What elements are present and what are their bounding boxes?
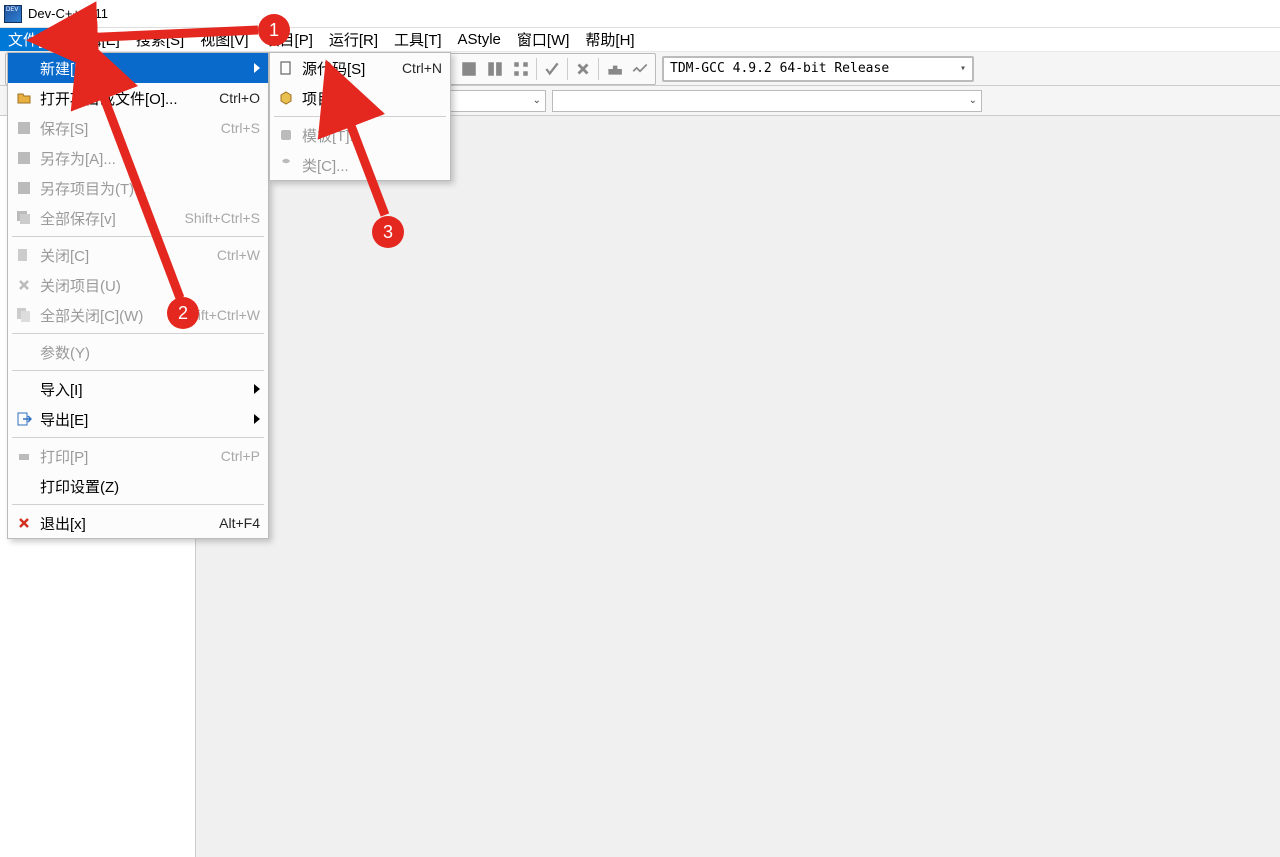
menu-new[interactable]: 新建[N] (8, 53, 268, 83)
menu-search[interactable]: 搜索[S] (128, 28, 192, 51)
function-combo[interactable]: ⌄ (552, 90, 982, 112)
export-icon (14, 409, 34, 429)
annotation-marker-2: 2 (167, 297, 199, 329)
tb-rebuild-icon[interactable] (508, 56, 534, 82)
menu-closeproj: 关闭项目(U) (8, 270, 268, 300)
submenu-project-label: 项目[P]... (302, 88, 442, 109)
menu-print-shortcut: Ctrl+P (221, 448, 260, 464)
menu-saveall-label: 全部保存[v] (40, 208, 185, 229)
submenu-template: 模板[T]... (270, 120, 450, 150)
saveprojas-icon (14, 178, 34, 198)
submenu-project[interactable]: 项目[P]... (270, 83, 450, 113)
menu-closeproj-label: 关闭项目(U) (40, 275, 260, 296)
submenu-source-label: 源代码[S] (302, 58, 402, 79)
menu-import-label: 导入[I] (40, 379, 248, 400)
menu-close-shortcut: Ctrl+W (217, 247, 260, 263)
menu-tools[interactable]: 工具[T] (386, 28, 450, 51)
window-title: Dev-C++ 5.11 (28, 6, 108, 21)
project-icon (276, 88, 296, 108)
menu-print: 打印[P] Ctrl+P (8, 441, 268, 471)
source-icon (276, 58, 296, 78)
open-icon (14, 88, 34, 108)
chevron-down-icon: ▾ (960, 63, 966, 74)
menu-params-label: 参数(Y) (40, 342, 260, 363)
tb-stop-icon[interactable] (570, 56, 596, 82)
menu-import[interactable]: 导入[I] (8, 374, 268, 404)
tb-debug-icon[interactable] (601, 56, 627, 82)
tb-profile-icon[interactable] (627, 56, 653, 82)
annotation-marker-1: 1 (258, 14, 290, 46)
menu-print-label: 打印[P] (40, 446, 221, 467)
submenu-arrow-icon (254, 414, 260, 424)
submenu-class: 类[C]... (270, 150, 450, 180)
menu-exit[interactable]: 退出[x] Alt+F4 (8, 508, 268, 538)
tb-check-icon[interactable] (539, 56, 565, 82)
menu-astyle[interactable]: AStyle (450, 28, 509, 51)
menu-close-label: 关闭[C] (40, 245, 217, 266)
compiler-label: TDM-GCC 4.9.2 64-bit Release (670, 61, 889, 76)
menu-window[interactable]: 窗口[W] (509, 28, 578, 51)
close-icon (14, 245, 34, 265)
menubar: 文件[F] 编辑[E] 搜索[S] 视图[V] 项目[P] 运行[R] 工具[T… (0, 28, 1280, 52)
menu-file[interactable]: 文件[F] (0, 28, 64, 51)
menu-view[interactable]: 视图[V] (192, 28, 256, 51)
saveas-icon (14, 148, 34, 168)
closeall-icon (14, 305, 34, 325)
menu-saveas: 另存为[A]... (8, 143, 268, 173)
submenu-template-label: 模板[T]... (302, 125, 442, 146)
menu-closeall-label: 全部关闭[C](W) (40, 305, 181, 326)
closeproj-icon (14, 275, 34, 295)
menu-close: 关闭[C] Ctrl+W (8, 240, 268, 270)
file-menu-dropdown: 新建[N] 打开项目或文件[O]... Ctrl+O 保存[S] Ctrl+S … (7, 52, 269, 539)
menu-open[interactable]: 打开项目或文件[O]... Ctrl+O (8, 83, 268, 113)
menu-open-label: 打开项目或文件[O]... (40, 88, 219, 109)
menu-help[interactable]: 帮助[H] (577, 28, 642, 51)
submenu-arrow-icon (254, 384, 260, 394)
menu-exit-shortcut: Alt+F4 (219, 515, 260, 531)
menu-save-label: 保存[S] (40, 118, 221, 139)
compiler-selector[interactable]: TDM-GCC 4.9.2 64-bit Release ▾ (663, 57, 973, 81)
menu-printset[interactable]: 打印设置(Z) (8, 471, 268, 501)
menu-saveas-label: 另存为[A]... (40, 148, 260, 169)
tb-compilerun-icon[interactable] (482, 56, 508, 82)
tb-run-icon[interactable] (456, 56, 482, 82)
annotation-marker-3: 3 (372, 216, 404, 248)
submenu-source[interactable]: 源代码[S] Ctrl+N (270, 53, 450, 83)
print-icon (14, 446, 34, 466)
exit-icon (14, 513, 34, 533)
menu-run[interactable]: 运行[R] (321, 28, 386, 51)
menu-exit-label: 退出[x] (40, 513, 219, 534)
menu-closeall: 全部关闭[C](W) Shift+Ctrl+W (8, 300, 268, 330)
menu-saveall-shortcut: Shift+Ctrl+S (185, 210, 260, 226)
menu-save-shortcut: Ctrl+S (221, 120, 260, 136)
save-icon (14, 118, 34, 138)
menu-new-label: 新建[N] (40, 58, 248, 79)
menu-export[interactable]: 导出[E] (8, 404, 268, 434)
menu-saveprojas-label: 另存项目为(T)... (40, 178, 260, 199)
menu-open-shortcut: Ctrl+O (219, 90, 260, 106)
menu-params: 参数(Y) (8, 337, 268, 367)
submenu-arrow-icon (254, 63, 260, 73)
new-submenu: 源代码[S] Ctrl+N 项目[P]... 模板[T]... 类[C]... (269, 52, 451, 181)
menu-saveall: 全部保存[v] Shift+Ctrl+S (8, 203, 268, 233)
saveall-icon (14, 208, 34, 228)
menu-saveprojas: 另存项目为(T)... (8, 173, 268, 203)
submenu-class-label: 类[C]... (302, 155, 442, 176)
menu-edit[interactable]: 编辑[E] (64, 28, 128, 51)
chevron-down-icon: ⌄ (969, 95, 977, 106)
menu-printset-label: 打印设置(Z) (40, 476, 260, 497)
editor-area (196, 116, 1280, 857)
titlebar: Dev-C++ 5.11 (0, 0, 1280, 28)
menu-export-label: 导出[E] (40, 409, 248, 430)
menu-save: 保存[S] Ctrl+S (8, 113, 268, 143)
app-icon (4, 5, 22, 23)
chevron-down-icon: ⌄ (533, 95, 541, 106)
template-icon (276, 125, 296, 145)
class-icon (276, 155, 296, 175)
submenu-source-shortcut: Ctrl+N (402, 60, 442, 76)
